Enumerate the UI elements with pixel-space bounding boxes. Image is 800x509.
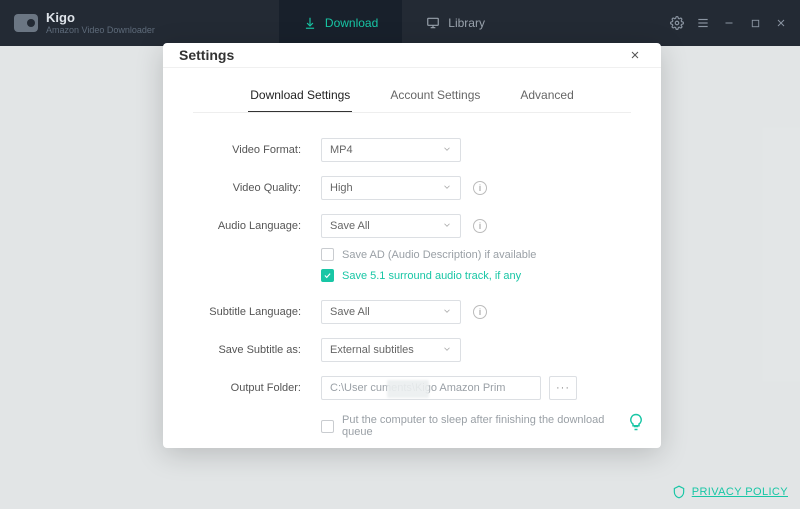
subtitle-language-info-icon[interactable]: i [473, 305, 487, 319]
tab-account-settings[interactable]: Account Settings [388, 82, 482, 112]
video-format-value: MP4 [330, 144, 353, 156]
sleep-after-download-checkbox[interactable] [321, 420, 334, 433]
audio-language-select[interactable]: Save All [321, 214, 461, 238]
settings-gear-icon[interactable] [668, 14, 686, 32]
minimize-button[interactable] [720, 14, 738, 32]
modal-title: Settings [179, 47, 234, 63]
video-format-label: Video Format: [193, 144, 301, 156]
title-bar: Kigo Amazon Video Downloader Download Li… [0, 0, 800, 46]
chevron-down-icon [442, 220, 452, 233]
close-modal-button[interactable] [625, 45, 645, 65]
window-controls [668, 14, 800, 32]
redacted-blur [387, 380, 429, 398]
save-ad-label: Save AD (Audio Description) if available [342, 249, 536, 261]
brand-subtitle: Amazon Video Downloader [46, 26, 155, 35]
nav-tab-download[interactable]: Download [279, 0, 402, 46]
audio-language-info-icon[interactable]: i [473, 219, 487, 233]
save-subtitle-as-label: Save Subtitle as: [193, 344, 301, 356]
library-icon [426, 16, 440, 30]
sleep-after-download-label: Put the computer to sleep after finishin… [342, 414, 631, 438]
chevron-down-icon [442, 144, 452, 157]
privacy-policy-link[interactable]: PRIVACY POLICY [672, 485, 788, 499]
chevron-down-icon [442, 344, 452, 357]
audio-language-value: Save All [330, 220, 370, 232]
subtitle-language-label: Subtitle Language: [193, 306, 301, 318]
video-format-select[interactable]: MP4 [321, 138, 461, 162]
settings-modal: Settings Download Settings Account Setti… [163, 43, 661, 448]
modal-header: Settings [163, 43, 661, 68]
subtitle-language-select[interactable]: Save All [321, 300, 461, 324]
audio-language-label: Audio Language: [193, 220, 301, 232]
video-quality-info-icon[interactable]: i [473, 181, 487, 195]
nav-tab-library[interactable]: Library [402, 0, 509, 46]
close-window-button[interactable] [772, 14, 790, 32]
save-subtitle-as-select[interactable]: External subtitles [321, 338, 461, 362]
subtitle-language-value: Save All [330, 306, 370, 318]
privacy-policy-label: PRIVACY POLICY [692, 486, 788, 498]
video-quality-label: Video Quality: [193, 182, 301, 194]
menu-icon[interactable] [694, 14, 712, 32]
nav-tab-library-label: Library [448, 16, 485, 30]
tab-advanced[interactable]: Advanced [518, 82, 575, 112]
video-quality-value: High [330, 182, 353, 194]
app-logo-icon [14, 14, 38, 32]
shield-icon [672, 485, 686, 499]
save-subtitle-as-value: External subtitles [330, 344, 414, 356]
save-51-label: Save 5.1 surround audio track, if any [342, 270, 521, 282]
brand: Kigo Amazon Video Downloader [0, 11, 155, 35]
chevron-down-icon [442, 306, 452, 319]
nav-tab-download-label: Download [325, 16, 378, 30]
tip-lightbulb-icon[interactable] [627, 413, 645, 436]
output-folder-field[interactable]: C:\User cuments\Kigo Amazon Prim [321, 376, 541, 400]
download-settings-form: Video Format: MP4 Video Quality: High i … [163, 112, 661, 448]
download-icon [303, 16, 317, 30]
tab-download-settings[interactable]: Download Settings [248, 82, 352, 112]
maximize-button[interactable] [746, 14, 764, 32]
settings-tabs: Download Settings Account Settings Advan… [163, 82, 661, 112]
save-51-checkbox[interactable] [321, 269, 334, 282]
video-quality-select[interactable]: High [321, 176, 461, 200]
output-folder-label: Output Folder: [193, 382, 301, 394]
save-ad-checkbox[interactable] [321, 248, 334, 261]
nav-tabs: Download Library [279, 0, 509, 46]
brand-name: Kigo [46, 11, 155, 24]
browse-folder-button[interactable]: ··· [549, 376, 577, 400]
chevron-down-icon [442, 182, 452, 195]
